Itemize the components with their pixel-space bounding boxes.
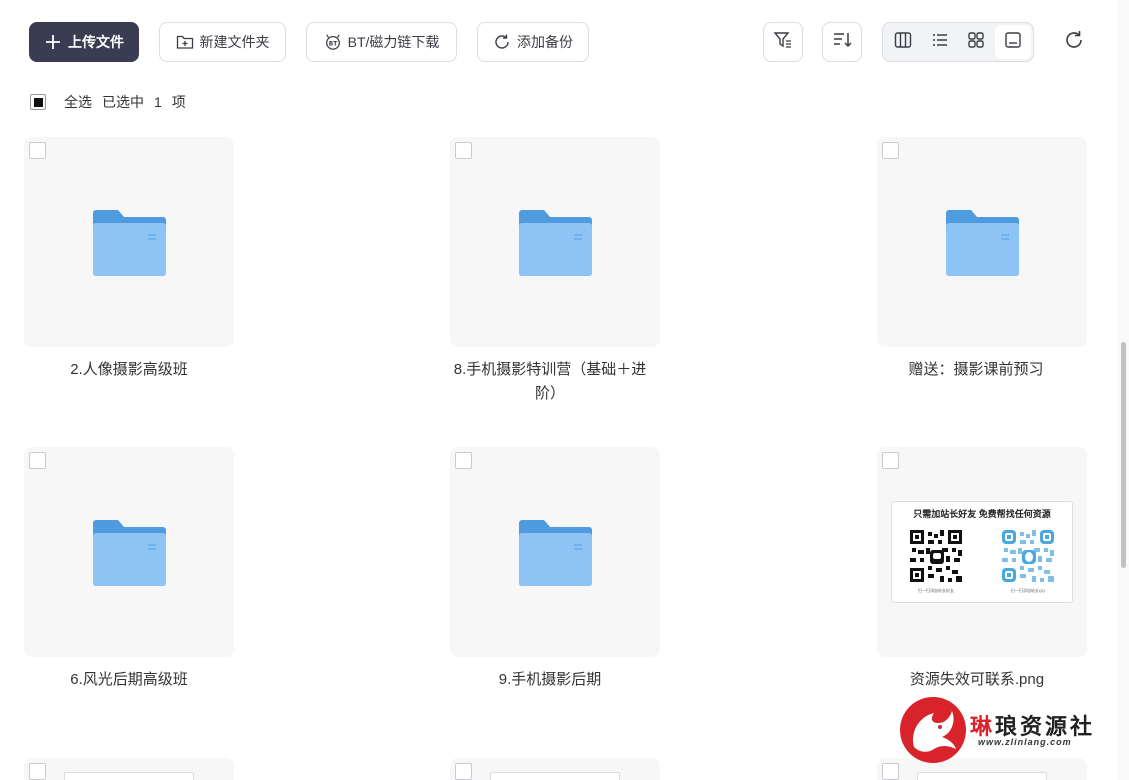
file-card[interactable] [877,137,1087,347]
watermark-logo: 琳琅资源社 www.zlinlang.com [898,697,1118,767]
thumbnail-caption: 只需加站长好友 免费帮找任何资源 [913,509,1051,519]
bt-download-label: BT/磁力链下载 [347,34,440,50]
file-name[interactable]: 2.人像摄影高级班 [0,358,259,382]
thumbnail-icon [1004,31,1022,54]
file-card[interactable] [450,447,660,657]
vertical-scrollbar[interactable] [1117,0,1129,780]
file-checkbox[interactable] [29,142,46,159]
file-card[interactable] [24,447,234,657]
add-backup-button[interactable]: 添加备份 [477,22,589,62]
qq-qr-subtitle: 扫一扫添加站长QQ [1010,588,1046,593]
view-thumbnail-button[interactable] [994,25,1031,59]
dragon-logo-icon [900,697,966,763]
file-name[interactable]: 9.手机摄影后期 [420,668,680,692]
image-thumbnail [64,772,194,780]
grid-icon [967,31,985,54]
file-name[interactable]: 8.手机摄影特训营（基础＋进阶） [445,358,655,406]
file-card[interactable] [450,137,660,347]
view-mode-group [882,22,1034,62]
qq-qr-code [1000,528,1056,584]
image-thumbnail [917,772,1047,780]
file-card[interactable] [24,137,234,347]
image-thumbnail: 只需加站长好友 免费帮找任何资源 扫一扫添加站长好友 扫一扫添加站长QQ [891,501,1073,603]
folder-icon [519,520,592,586]
wechat-qr-subtitle: 扫一扫添加站长好友 [918,588,954,593]
view-columns-button[interactable] [885,25,922,59]
folder-icon [519,210,592,276]
file-checkbox[interactable] [455,763,472,780]
filter-icon [773,30,793,55]
add-backup-label: 添加备份 [517,34,573,50]
file-checkbox[interactable] [29,452,46,469]
selected-suffix: 项 [171,94,186,110]
filter-button[interactable] [763,22,803,62]
toolbar: 上传文件 新建文件夹 BT BT/磁力链下载 添加备份 [0,0,1129,84]
bt-icon: BT [324,33,342,51]
refresh-icon [1063,29,1085,56]
sync-icon [493,33,511,51]
image-thumbnail [490,772,620,780]
file-checkbox[interactable] [882,142,899,159]
selected-prefix: 已选中 [102,94,144,110]
folder-icon [946,210,1019,276]
sort-button[interactable] [822,22,862,62]
file-checkbox[interactable] [882,452,899,469]
new-folder-label: 新建文件夹 [199,34,270,50]
file-checkbox[interactable] [455,142,472,159]
wechat-qr-code [908,528,964,584]
selected-count: 1 [154,94,162,110]
new-folder-icon [176,33,194,51]
svg-text:BT: BT [328,42,336,48]
file-checkbox[interactable] [455,452,472,469]
file-checkbox[interactable] [882,763,899,780]
folder-icon [93,520,166,586]
list-icon [931,31,949,54]
new-folder-button[interactable]: 新建文件夹 [159,22,286,62]
file-card[interactable]: 只需加站长好友 免费帮找任何资源 扫一扫添加站长好友 扫一扫添加站长QQ [877,447,1087,657]
upload-button[interactable]: 上传文件 [29,22,139,62]
file-name[interactable]: 赠送：摄影课前预习 [846,358,1106,382]
file-name[interactable]: 6.风光后期高级班 [0,668,259,692]
folder-icon [93,210,166,276]
plus-icon [44,33,62,51]
watermark-url: www.zlinlang.com [978,737,1072,747]
file-name[interactable]: 资源失效可联系.png [847,668,1107,692]
columns-icon [894,31,912,54]
bt-download-button[interactable]: BT BT/磁力链下载 [306,22,457,62]
select-all-label[interactable]: 全选 [64,92,92,112]
file-checkbox[interactable] [29,763,46,780]
sort-icon [832,30,852,55]
file-card[interactable] [450,758,660,780]
file-card[interactable] [24,758,234,780]
select-all-checkbox[interactable] [30,94,46,110]
view-grid-button[interactable] [958,25,995,59]
refresh-button[interactable] [1060,28,1088,56]
upload-label: 上传文件 [68,34,124,50]
selection-bar: 全选 已选中 1 项 [30,92,196,112]
view-list-button[interactable] [922,25,959,59]
scrollbar-thumb[interactable] [1121,342,1126,568]
